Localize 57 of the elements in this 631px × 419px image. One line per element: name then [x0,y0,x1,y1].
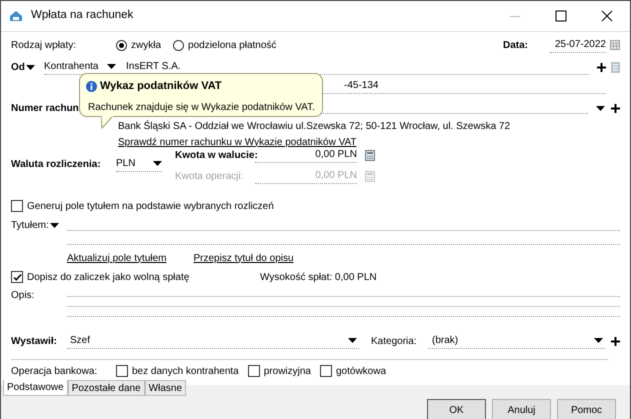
caret-icon[interactable] [153,161,162,166]
app-logo-icon [9,10,23,22]
check-account-link[interactable]: Sprawdź numer rachunku w Wykazie podatników VAT [118,134,357,150]
amount-label: Kwota operacji: [175,170,244,184]
caret-icon[interactable] [26,64,35,70]
repayment-amount: Wysokość spłat: 0,00 PLN [260,270,377,284]
bank-operation-label: Operacja bankowa: [11,364,98,378]
currency-dropdown[interactable]: PLN [116,156,162,172]
issuer-label: Wystawił: [11,334,58,348]
category-label: Kategoria: [371,334,418,348]
dialog-button[interactable]: OK [427,399,486,419]
description-label: Opis: [11,289,36,303]
issuer-dropdown[interactable]: Szef [67,333,359,349]
from-dropdown[interactable]: Od [11,60,44,74]
window-title: Wpłata na rachunek [31,8,134,24]
caret-icon[interactable] [106,64,116,69]
field-label: Rodzaj wpłaty: [11,38,78,52]
checkbox-label: Dopisz do zaliczek jako wolną spłatę [27,270,190,284]
bank-name: Bank Śląski SA - Oddział we Wrocławiu ul.Szewska 72; 50-121 Wrocław, ul. Szewska 72 [118,119,510,134]
amount-label: Kwota w walucie: [175,148,255,162]
dialog-button[interactable]: Anuluj [492,399,551,419]
radio-label: zwykła [131,38,162,52]
amount-field[interactable]: 0,00 PLN [255,147,357,163]
radio-label: podzielona płatność [188,38,276,52]
add-icon[interactable] [597,62,606,72]
checkbox[interactable] [248,365,260,377]
checkbox-label: prowizyjna [264,364,311,378]
title-dropdown[interactable]: Tytułem: [11,218,67,232]
tab[interactable]: Podstawowe [3,380,68,396]
caret-icon[interactable] [596,106,605,110]
checkbox-label: gotówkowa [336,364,386,378]
info-icon [86,80,97,92]
calculator-icon[interactable] [365,150,375,160]
tab[interactable]: Własne [144,380,186,396]
radio-button[interactable] [116,40,127,50]
checkbox[interactable] [116,365,128,377]
title-link[interactable]: Aktualizuj pole tytułem [67,250,166,266]
tooltip-text: Rachunek znajduje się w Wykazie podatników VAT. [88,100,315,114]
category-dropdown[interactable]: (brak) [428,333,605,349]
checkbox-label: Generuj pole tytułem na podstawie wybranych rozliczeń [27,200,274,214]
date-label: Data: [502,38,528,52]
caret-icon[interactable] [594,338,603,343]
tab[interactable]: Pozostałe dane [68,380,145,396]
radio-button[interactable] [173,40,184,50]
account-number-label: Numer rachun [11,102,79,116]
checkbox[interactable] [11,271,23,283]
checkbox-label: bez danych kontrahenta [132,364,239,378]
date-field[interactable]: 25-07-2022 [550,37,606,53]
title-link[interactable]: Przepisz tytuł do opisu [194,250,294,266]
caret-icon[interactable] [50,222,59,228]
dialog-button[interactable]: Pomoc [557,399,616,419]
add-icon[interactable] [611,336,620,346]
add-icon[interactable] [611,104,620,112]
caret-icon[interactable] [348,338,357,343]
currency-label: Waluta rozliczenia: [11,158,102,172]
checkbox[interactable] [320,365,332,377]
checkbox[interactable] [11,200,23,212]
